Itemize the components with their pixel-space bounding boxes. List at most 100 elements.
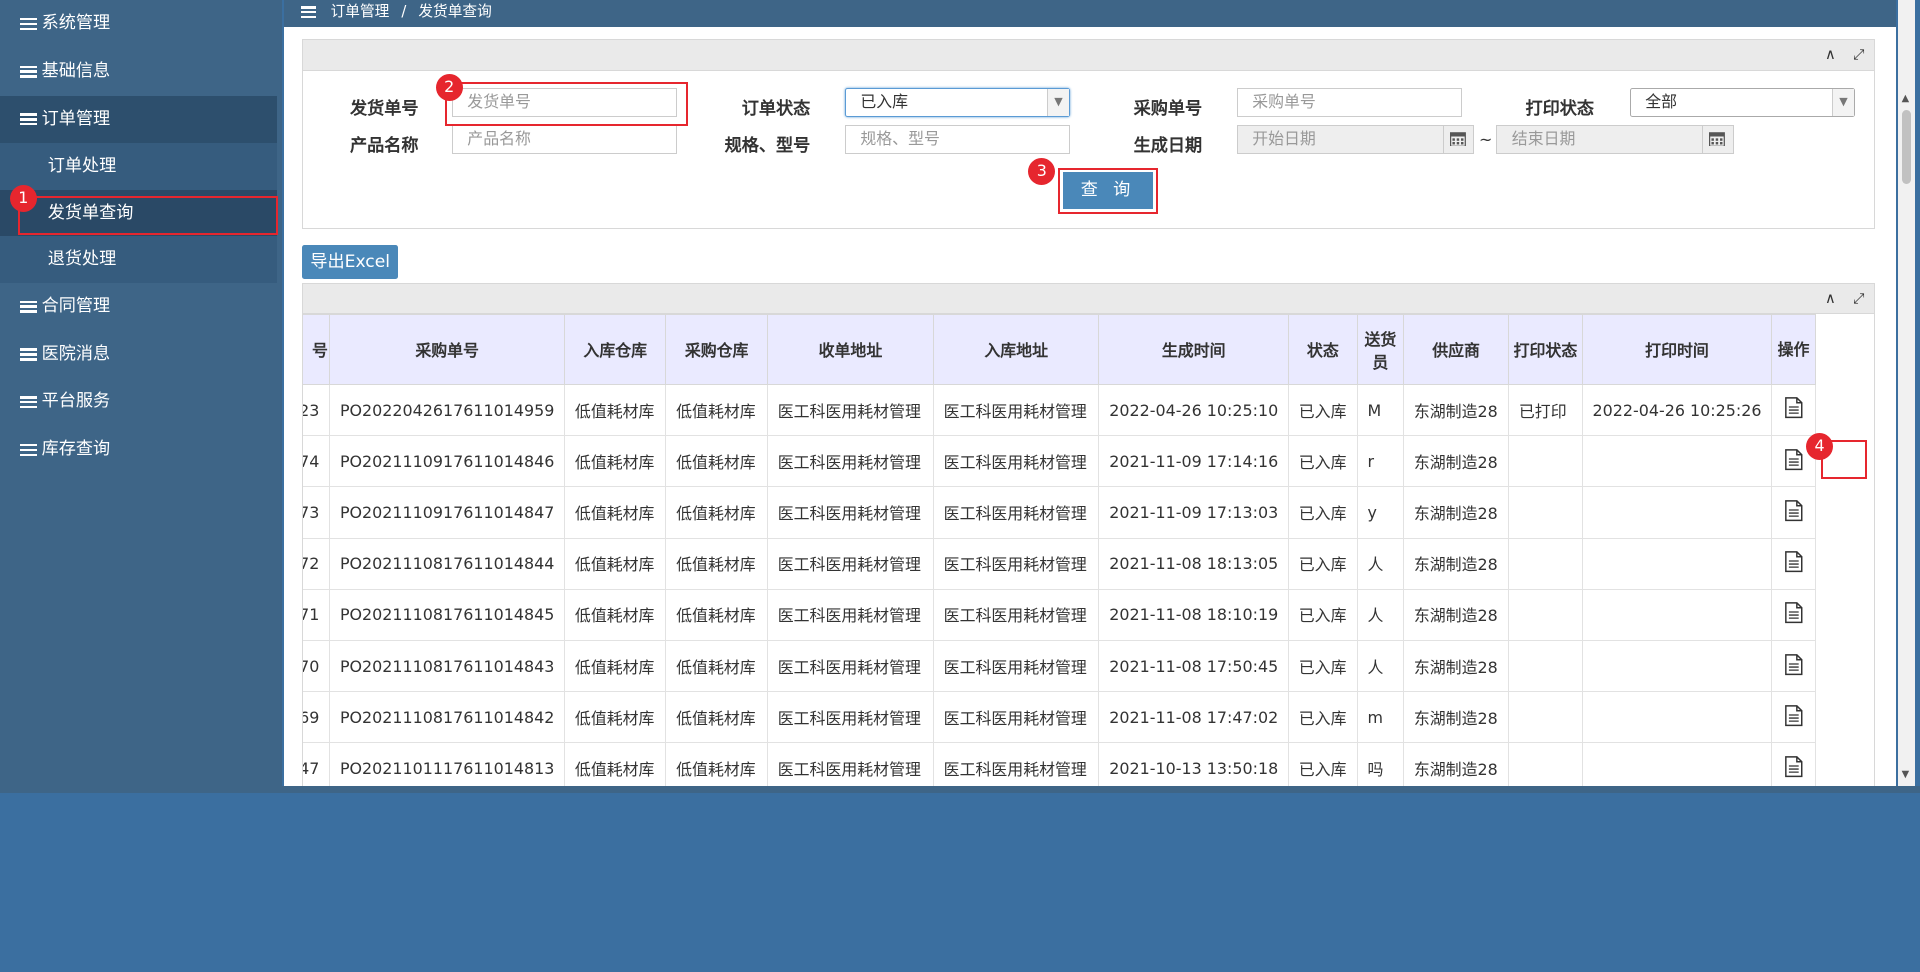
table-cell	[1508, 486, 1583, 539]
collapse-icon[interactable]: ∧	[1825, 46, 1836, 63]
ship-no-input[interactable]: 发货单号	[451, 87, 677, 118]
vertical-scrollbar[interactable]: ▲ ▼	[1897, 0, 1916, 787]
step-badge-2: 2	[435, 74, 463, 102]
table-cell: 医工科医用耗材管理	[766, 640, 934, 693]
operation-cell	[1771, 691, 1816, 744]
table-cell: 已入库	[1287, 640, 1358, 693]
document-icon[interactable]	[1784, 397, 1804, 424]
export-excel-button[interactable]: 导出Excel	[302, 244, 398, 280]
table-cell: 低值耗材库	[564, 384, 667, 437]
table-row[interactable]: 14773PO2021110917611014847低值耗材库低值耗材库医工科医…	[303, 486, 1816, 539]
search-panel: ∧ ⤢ 发货单号 发货单号 订单状态 已入库 ▼ 采购单号 采购单号 打印状态 …	[302, 39, 1876, 229]
table-row[interactable]: 14770PO2021110817611014843低值耗材库低值耗材库医工科医…	[303, 640, 1816, 693]
table-cell: 低值耗材库	[564, 435, 667, 488]
date-range-tilde: ~	[1478, 129, 1493, 149]
table-cell: 医工科医用耗材管理	[932, 691, 1100, 744]
query-button[interactable]: 查 询	[1062, 172, 1154, 210]
sidebar-item-label: 基础信息	[41, 60, 111, 81]
start-date-input[interactable]: 开始日期	[1236, 124, 1475, 155]
table-cell: 东湖制造28	[1403, 588, 1510, 642]
sidebar-submenu: 订单处理 发货单查询 退货处理	[0, 143, 277, 283]
collapse-icon[interactable]: ∧	[1825, 290, 1836, 307]
dropdown-arrow-icon: ▼	[1832, 88, 1854, 116]
table-cell	[1581, 588, 1773, 642]
table-cell: 2021-11-08 18:10:19	[1098, 588, 1289, 642]
table-row[interactable]: 14772PO2021110817611014844低值耗材库低值耗材库医工科医…	[303, 537, 1816, 590]
calendar-icon[interactable]	[1702, 125, 1733, 153]
table-cell: 已入库	[1287, 435, 1358, 488]
list-icon	[19, 394, 37, 411]
table-cell: 2022-04-26 10:25:10	[1098, 384, 1289, 437]
spec-input[interactable]: 规格、型号	[844, 124, 1070, 155]
scroll-up-icon[interactable]: ▲	[1902, 93, 1910, 104]
bottom-strip	[0, 786, 1920, 794]
col-header: 供应商	[1403, 314, 1510, 386]
table-cell: 2021-11-09 17:14:16	[1098, 435, 1289, 488]
sidebar-item-system[interactable]: 系统管理	[0, 0, 282, 48]
table-cell: 人	[1356, 640, 1405, 693]
table-cell: 2021-10-13 13:50:18	[1098, 742, 1289, 788]
sidebar-subitem-order-processing[interactable]: 订单处理	[0, 143, 277, 190]
sidebar-subitem-shipment-query[interactable]: 发货单查询	[0, 189, 277, 237]
document-icon[interactable]	[1784, 499, 1804, 526]
ship-no-label: 发货单号	[349, 99, 419, 120]
start-date-placeholder: 开始日期	[1252, 128, 1316, 148]
sidebar-item-label: 订单管理	[41, 108, 111, 129]
list-icon	[19, 15, 37, 32]
table-cell: PO2021110817611014844	[329, 537, 566, 590]
product-name-label: 产品名称	[349, 135, 419, 156]
scrollbar-thumb[interactable]	[1901, 110, 1912, 184]
sidebar-item-inventory[interactable]: 库存查询	[0, 426, 282, 474]
sidebar-item-basic-info[interactable]: 基础信息	[0, 48, 282, 96]
table-cell: 东湖制造28	[1403, 537, 1510, 590]
step-badge-3: 3	[1028, 157, 1056, 185]
panel-header: ∧ ⤢	[303, 283, 1875, 315]
table-cell: 低值耗材库	[665, 742, 768, 788]
table-row[interactable]: 14771PO2021110817611014845低值耗材库低值耗材库医工科医…	[303, 588, 1816, 642]
sidebar: 系统管理 基础信息 订单管理 订单处理 发货单查询 退货处理 合同管理 医院消息…	[0, 0, 282, 794]
document-icon[interactable]	[1784, 704, 1804, 731]
breadcrumb: 订单管理 / 发货单查询	[331, 0, 492, 24]
order-status-label: 订单状态	[741, 99, 811, 120]
document-icon[interactable]	[1784, 448, 1804, 475]
col-header: 状态	[1287, 314, 1358, 386]
menu-icon[interactable]	[301, 6, 316, 21]
document-icon[interactable]	[1784, 551, 1804, 577]
calendar-icon[interactable]	[1442, 125, 1474, 153]
table-row[interactable]: 14747PO2021101117611014813低值耗材库低值耗材库医工科医…	[303, 742, 1816, 788]
table-row[interactable]: 14774PO2021110917611014846低值耗材库低值耗材库医工科医…	[303, 435, 1816, 488]
order-status-select[interactable]: 已入库 ▼	[844, 87, 1070, 118]
table-cell: 14769	[303, 691, 331, 744]
scroll-down-icon[interactable]: ▼	[1902, 769, 1910, 780]
table-row[interactable]: 14769PO2021110817611014842低值耗材库低值耗材库医工科医…	[303, 691, 1816, 744]
table-cell: 医工科医用耗材管理	[932, 384, 1100, 437]
table-cell: 东湖制造28	[1403, 640, 1510, 693]
sidebar-item-platform-service[interactable]: 平台服务	[0, 378, 282, 426]
document-icon[interactable]	[1784, 756, 1804, 782]
fullscreen-icon[interactable]: ⤢	[1853, 290, 1865, 307]
table-cell: PO2021110817611014845	[329, 588, 566, 642]
print-status-value: 全部	[1645, 91, 1678, 111]
table-cell: 医工科医用耗材管理	[766, 384, 934, 437]
table-cell: 东湖制造28	[1403, 742, 1510, 788]
breadcrumb-item[interactable]: 订单管理	[331, 3, 390, 20]
table-cell: 医工科医用耗材管理	[932, 742, 1100, 788]
fullscreen-icon[interactable]: ⤢	[1853, 46, 1865, 63]
table-row[interactable]: 14823PO2022042617611014959低值耗材库低值耗材库医工科医…	[303, 384, 1816, 437]
sidebar-item-contract[interactable]: 合同管理	[0, 283, 282, 331]
table-cell: r	[1356, 435, 1405, 488]
print-status-select[interactable]: 全部 ▼	[1629, 87, 1855, 118]
document-icon[interactable]	[1784, 602, 1804, 629]
end-date-input[interactable]: 结束日期	[1496, 124, 1734, 155]
po-no-input[interactable]: 采购单号	[1236, 87, 1462, 118]
table-cell: 东湖制造28	[1403, 384, 1510, 437]
panel-header: ∧ ⤢	[303, 40, 1875, 71]
sidebar-item-order-management[interactable]: 订单管理	[0, 95, 277, 144]
table-cell: 14770	[303, 640, 331, 693]
sidebar-subitem-return-processing[interactable]: 退货处理	[0, 236, 277, 283]
product-name-input[interactable]: 产品名称	[451, 124, 677, 155]
table-cell: 14823	[303, 384, 331, 437]
document-icon[interactable]	[1784, 653, 1804, 680]
table-cell: 低值耗材库	[564, 537, 667, 590]
sidebar-item-hospital-messages[interactable]: 医院消息	[0, 331, 282, 379]
